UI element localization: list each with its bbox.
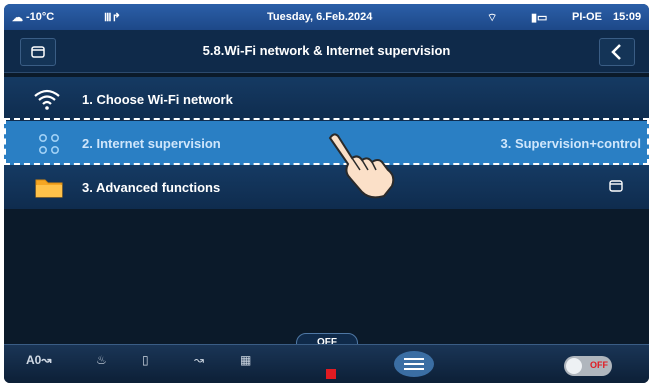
status-bar: ☁ -10°C Ⅲ↱ Tuesday, 6.Feb.2024 ⌔ ▮▭ PI-O… [4,4,649,30]
menu-item-choose-wifi[interactable]: 1. Choose Wi-Fi network [4,77,649,121]
outdoor-temperature-icon: ☁ [12,12,23,24]
page-header: 5.8.Wi-Fi network & Internet supervision [4,30,649,73]
status-time: 15:09 [613,11,642,23]
hand-pointer-icon [328,133,395,199]
weekday-mode: PI-OE [572,11,602,23]
wifi-status-icon: ⌔ [487,12,498,24]
auto-mode-icon[interactable]: A0↝ [26,353,51,375]
page-title: 5.8.Wi-Fi network & Internet supervision [202,43,451,58]
stop-button[interactable] [326,369,336,379]
chevron-left-icon [611,44,621,60]
submenu-icon [609,180,623,192]
battery-icon: ▮▭ [531,12,548,24]
tank-icon[interactable]: ▯ [142,353,149,375]
heating-status-icon: Ⅲ↱ [104,12,121,24]
menu-item-label: 1. Choose Wi-Fi network [82,92,233,107]
menu-item-label: 3. Advanced functions [82,180,221,195]
power-toggle[interactable]: OFF [564,356,612,376]
device-screen: ☁ -10°C Ⅲ↱ Tuesday, 6.Feb.2024 ⌔ ▮▭ PI-O… [4,4,649,383]
bottom-toolbar: A0↝ ♨ ▯ ↝ ▦ [4,344,649,383]
flame-icon[interactable]: ♨ [96,353,107,375]
status-date: Tuesday, 6.Feb.2024 [267,11,373,23]
menu-icon[interactable] [392,349,436,379]
folder-icon [35,179,63,198]
back-button[interactable] [599,38,635,66]
power-toggle-label: OFF [590,360,608,370]
wifi-icon [34,89,60,110]
power-toggle-knob [566,358,582,374]
outdoor-temperature: -10°C [26,11,55,23]
radiator-icon[interactable]: ▦ [240,353,251,375]
pump-icon[interactable]: ↝ [194,353,204,375]
